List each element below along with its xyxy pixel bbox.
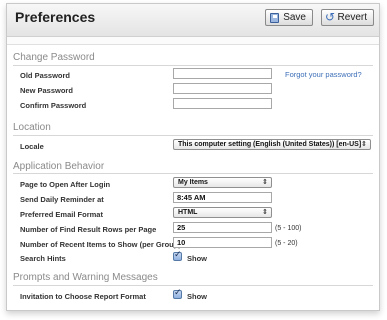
recent-items-range: (5 - 20)	[275, 240, 298, 247]
section-title-application-behavior: Application Behavior	[13, 161, 105, 172]
section-divider	[13, 173, 373, 174]
save-button-label: Save	[283, 12, 306, 23]
section-divider	[13, 285, 373, 286]
confirm-password-label: Confirm Password	[20, 101, 87, 110]
report-format-invitation-label: Invitation to Choose Report Format	[20, 292, 146, 301]
daily-reminder-label: Send Daily Reminder at	[20, 195, 104, 204]
locale-select-value: This computer setting (English (United S…	[178, 141, 362, 148]
save-button[interactable]: Save	[265, 9, 313, 26]
email-format-value: HTML	[178, 209, 198, 216]
page-title: Preferences	[15, 9, 96, 25]
recent-items-label: Number of Recent Items to Show (per Grou…	[20, 240, 181, 249]
page-after-login-select[interactable]: My Items ⇕	[173, 177, 272, 188]
section-divider	[13, 65, 373, 66]
locale-select[interactable]: This computer setting (English (United S…	[173, 139, 371, 150]
section-title-location: Location	[13, 122, 51, 133]
section-divider	[13, 135, 373, 136]
revert-button-label: Revert	[337, 12, 367, 23]
report-format-invitation-checkbox[interactable]	[173, 288, 182, 299]
save-icon	[270, 12, 280, 23]
email-format-label: Preferred Email Format	[20, 210, 103, 219]
updown-arrow-icon: ⇕	[262, 178, 268, 186]
forgot-password-link[interactable]: Forgot your password?	[285, 70, 362, 79]
header-band	[7, 37, 379, 45]
locale-label: Locale	[20, 142, 44, 151]
find-rows-label: Number of Find Result Rows per Page	[20, 225, 157, 234]
section-title-change-password: Change Password	[13, 52, 95, 63]
search-hints-checkbox[interactable]	[173, 250, 182, 261]
old-password-label: Old Password	[20, 71, 71, 80]
new-password-label: New Password	[20, 86, 73, 95]
preferences-header: Preferences Save Revert	[7, 4, 379, 37]
recent-items-field[interactable]: 10	[173, 237, 272, 248]
find-rows-field[interactable]: 25	[173, 222, 272, 233]
report-format-invitation-show-label: Show	[187, 292, 207, 301]
preferences-panel: Preferences Save Revert Change Password …	[6, 3, 380, 311]
search-hints-label: Search Hints	[20, 254, 66, 263]
revert-button[interactable]: Revert	[321, 9, 374, 26]
email-format-select[interactable]: HTML ⇕	[173, 207, 272, 218]
old-password-field[interactable]	[173, 68, 272, 79]
section-title-prompts: Prompts and Warning Messages	[13, 272, 158, 283]
updown-arrow-icon: ⇕	[361, 140, 367, 148]
updown-arrow-icon: ⇕	[262, 208, 268, 216]
daily-reminder-field[interactable]: 8:45 AM	[173, 192, 272, 203]
find-rows-range: (5 - 100)	[275, 225, 302, 232]
page-after-login-value: My Items	[178, 179, 208, 186]
search-hints-show-label: Show	[187, 254, 207, 263]
new-password-field[interactable]	[173, 83, 272, 94]
revert-icon	[325, 10, 334, 24]
page-after-login-label: Page to Open After Login	[20, 180, 111, 189]
confirm-password-field[interactable]	[173, 98, 272, 109]
